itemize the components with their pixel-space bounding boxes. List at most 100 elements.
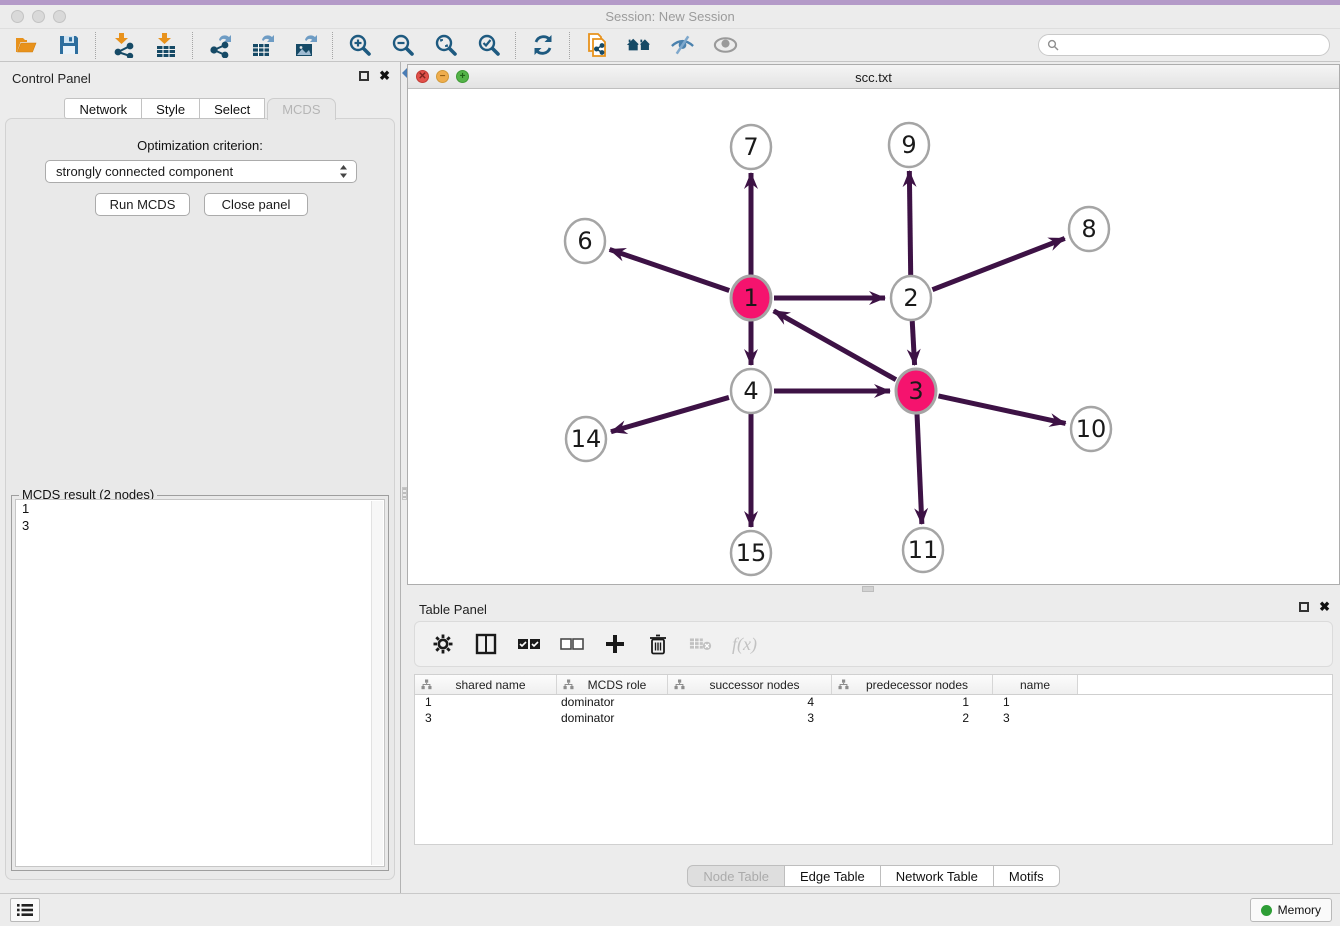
graph-node-7[interactable]: 7 (731, 125, 771, 169)
graph-edge-2-9[interactable] (909, 171, 910, 275)
tab-node-table[interactable]: Node Table (687, 865, 785, 887)
unselect-all-columns-button[interactable] (560, 632, 584, 656)
table-cell[interactable]: 3 (415, 711, 557, 727)
copy-network-button[interactable] (583, 32, 610, 59)
divider-grip[interactable] (862, 586, 874, 592)
tab-motifs[interactable]: Motifs (994, 865, 1060, 887)
graph-node-10[interactable]: 10 (1071, 407, 1111, 451)
node-table[interactable]: shared nameMCDS rolesuccessor nodesprede… (414, 674, 1333, 845)
graph-node-11[interactable]: 11 (903, 528, 943, 572)
network-canvas[interactable]: 7 9 6 8 1 2 4 3 14 10 15 11 (408, 89, 1339, 584)
table-cell[interactable]: 1 (832, 695, 993, 711)
mcds-result-textarea[interactable]: 13 (15, 499, 385, 867)
column-header-label: shared name (415, 678, 556, 692)
zoom-in-button[interactable] (346, 32, 373, 59)
function-builder-button[interactable]: f(x) (732, 632, 757, 656)
graph-edge-2-8[interactable] (932, 238, 1064, 289)
control-panel-float-icon[interactable] (359, 71, 369, 81)
graph-edge-3-1[interactable] (774, 311, 896, 380)
tab-select[interactable]: Select (200, 98, 265, 119)
import-network-icon (110, 32, 136, 58)
column-header-name[interactable]: name (993, 675, 1078, 694)
result-scrollbar[interactable] (371, 501, 383, 865)
graph-edge-3-10[interactable] (938, 396, 1065, 424)
table-cell[interactable]: dominator (557, 711, 668, 727)
close-panel-button[interactable]: Close panel (204, 193, 308, 216)
home-button[interactable] (626, 32, 653, 59)
tab-network[interactable]: Network (64, 98, 142, 119)
table-cell[interactable]: 3 (993, 711, 1078, 727)
delete-table-button[interactable] (689, 632, 713, 656)
table-cell[interactable]: 1 (993, 695, 1078, 711)
save-session-button[interactable] (55, 32, 82, 59)
graph-edge-2-3[interactable] (912, 321, 914, 365)
table-row[interactable]: 3dominator323 (415, 711, 1332, 727)
delete-column-button[interactable] (646, 632, 670, 656)
table-cell[interactable]: dominator (557, 695, 668, 711)
home-icon (626, 32, 653, 58)
export-network-button[interactable] (206, 32, 233, 59)
plus-icon (604, 633, 626, 655)
export-image-button[interactable] (292, 32, 319, 59)
show-button[interactable] (712, 32, 739, 59)
control-panel-titlebar: Control Panel ✖ (0, 62, 400, 92)
graph-node-2[interactable]: 2 (891, 276, 931, 320)
task-history-button[interactable] (10, 898, 40, 922)
table-row[interactable]: 1dominator411 (415, 695, 1332, 711)
create-column-button[interactable] (603, 632, 627, 656)
column-header-successor-nodes[interactable]: successor nodes (668, 675, 832, 694)
refresh-button[interactable] (529, 32, 556, 59)
table-cell[interactable]: 2 (832, 711, 993, 727)
graph-edge-4-14[interactable] (611, 397, 729, 431)
tab-edge-table[interactable]: Edge Table (785, 865, 881, 887)
export-network-icon (207, 32, 233, 58)
show-column-panel-button[interactable] (474, 632, 498, 656)
graph-node-6[interactable]: 6 (565, 219, 605, 263)
control-panel-close-icon[interactable]: ✖ (379, 71, 390, 81)
open-session-button[interactable] (12, 32, 39, 59)
graph-node-4[interactable]: 4 (731, 369, 771, 413)
table-cell[interactable]: 4 (668, 695, 832, 711)
graph-node-14[interactable]: 14 (566, 417, 606, 461)
table-cell[interactable]: 3 (668, 711, 832, 727)
hide-button[interactable] (669, 32, 696, 59)
fit-content-button[interactable] (432, 32, 459, 59)
tab-style[interactable]: Style (142, 98, 200, 119)
memory-status-icon (1261, 905, 1272, 916)
graph-node-8[interactable]: 8 (1069, 207, 1109, 251)
zoom-in-icon (347, 32, 373, 58)
select-all-columns-button[interactable] (517, 632, 541, 656)
import-network-button[interactable] (109, 32, 136, 59)
run-mcds-button[interactable]: Run MCDS (95, 193, 190, 216)
graph-edge-3-11[interactable] (917, 414, 922, 524)
network-window-titlebar[interactable]: ✕ − + scc.txt (408, 65, 1339, 89)
column-header-label: successor nodes (668, 678, 831, 692)
import-table-button[interactable] (152, 32, 179, 59)
graph-node-9[interactable]: 9 (889, 123, 929, 167)
table-panel-close-icon[interactable]: ✖ (1319, 602, 1330, 612)
zoom-selected-button[interactable] (475, 32, 502, 59)
zoom-out-button[interactable] (389, 32, 416, 59)
svg-text:10: 10 (1076, 415, 1107, 443)
column-header-predecessor-nodes[interactable]: predecessor nodes (832, 675, 993, 694)
optimization-criterion-dropdown[interactable]: strongly connected component (45, 160, 357, 183)
search-input[interactable] (1064, 37, 1321, 53)
vertical-split-divider[interactable] (400, 62, 407, 893)
export-table-button[interactable] (249, 32, 276, 59)
horizontal-split-divider[interactable] (407, 585, 1340, 593)
column-type-icon (421, 679, 432, 690)
graph-node-15[interactable]: 15 (731, 531, 771, 575)
column-header-shared-name[interactable]: shared name (415, 675, 557, 694)
tab-network-table[interactable]: Network Table (881, 865, 994, 887)
table-settings-button[interactable] (431, 632, 455, 656)
table-panel-float-icon[interactable] (1299, 602, 1309, 612)
graph-edge-1-6[interactable] (610, 249, 730, 290)
gear-icon (432, 633, 454, 655)
tab-mcds[interactable]: MCDS (267, 98, 335, 120)
column-header-MCDS-role[interactable]: MCDS role (557, 675, 668, 694)
graph-node-1[interactable]: 1 (731, 276, 771, 320)
memory-button[interactable]: Memory (1250, 898, 1332, 922)
graph-node-3[interactable]: 3 (896, 369, 936, 413)
table-cell[interactable]: 1 (415, 695, 557, 711)
search-field[interactable] (1038, 34, 1330, 56)
